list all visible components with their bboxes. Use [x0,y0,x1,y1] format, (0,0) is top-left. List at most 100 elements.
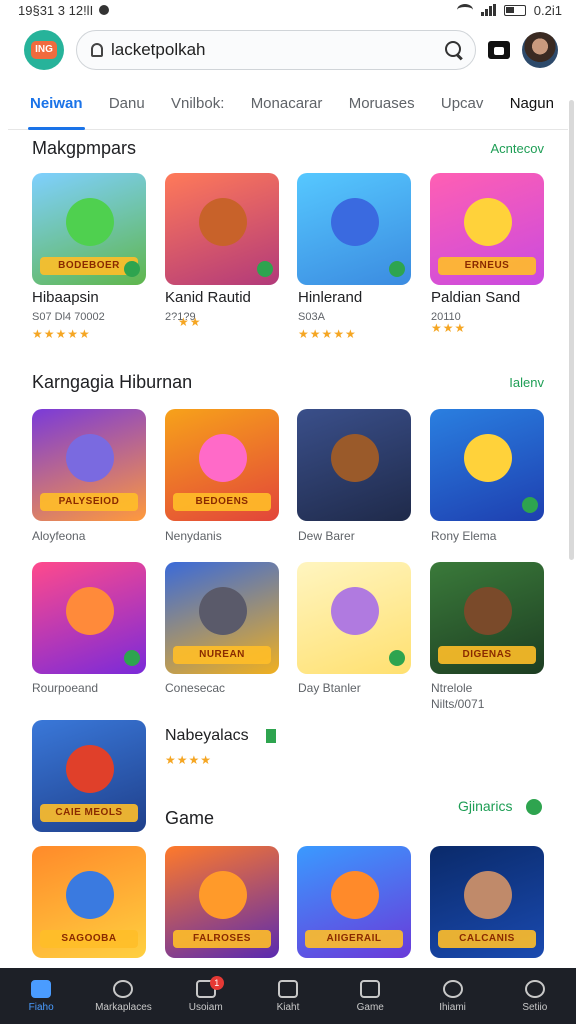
nav-item-grid[interactable]: Kiaht [252,979,324,1013]
game-name[interactable]: Ntrelole [431,681,472,695]
top-bar: ING [0,24,576,76]
nav-label: Fiaho [28,1001,54,1013]
tab-5[interactable]: Upcav [441,80,484,130]
play-icon [257,261,273,277]
game-caption: SAGOOBA [40,930,138,948]
game-tile[interactable]: FALROSES [165,846,279,958]
rating-stars: ★★★★★ [32,327,91,341]
game-tile[interactable]: AIIGERAIL [297,846,411,958]
game-art [199,197,248,246]
nav-item-marketplaces[interactable]: Markaplaces [87,979,159,1013]
nav-label: Setiio [522,1001,548,1013]
game-art [464,586,513,635]
gamepad-icon [360,979,381,998]
tab-3[interactable]: Monacarar [251,80,323,130]
search-input[interactable] [111,40,437,60]
game-name[interactable]: Rourpoeand [32,681,98,695]
game-tile[interactable]: ERNEUS [430,173,544,285]
avatar[interactable] [522,32,558,68]
game-name[interactable]: Hibaapsin [32,289,99,306]
game-art [464,197,513,246]
nav-item-library[interactable]: 1 Usoiam [170,975,242,1013]
section-title: Game [165,808,215,828]
nav-item-home[interactable]: Fiaho [5,979,77,1013]
cast-icon[interactable] [488,41,510,59]
game-tile[interactable] [165,173,279,285]
tab-4[interactable]: Moruases [349,80,415,130]
nav-label: Game [356,1001,384,1013]
play-icon [124,650,140,666]
search-icon[interactable] [445,41,463,59]
game-caption: NUREAN [173,646,271,664]
section-header: Makgpmpars Acntecov [32,138,544,159]
game-name[interactable]: Aloyfeona [32,529,85,543]
nav-item-game[interactable]: Game [334,979,406,1013]
game-tile[interactable] [297,562,411,674]
search-bar[interactable] [76,30,476,70]
status-bar: 19§31 3 12!lI 0.2i1 [0,0,576,20]
nav-label: Kiaht [276,1001,300,1013]
game-art [331,197,380,246]
featured-game-name[interactable]: Nabeyalacs [165,727,249,745]
section-link[interactable]: Ialenv [509,375,544,390]
game-caption: DIGENAS [438,646,536,664]
play-icon [522,497,538,513]
category-tabs: Neiwan Danu Vnilbok: Monacarar Moruases … [8,80,568,130]
nav-item-settings[interactable]: Setiio [499,979,571,1013]
game-tile[interactable] [297,173,411,285]
game-caption: CAIE MEOLS [40,804,138,822]
game-tile[interactable]: NUREAN [165,562,279,674]
tab-6[interactable]: Nagun [510,80,554,130]
signal-icon [480,4,496,16]
game-art [464,870,513,919]
app-logo[interactable]: ING [24,30,64,70]
game-name[interactable]: Day Btanler [298,681,361,695]
store-icon [113,979,134,998]
game-tile[interactable]: DIGENAS [430,562,544,674]
nav-item-search[interactable]: Ihiami [417,979,489,1013]
game-name[interactable]: Hinlerand [298,289,362,306]
game-tile[interactable]: CAIE MEOLS [32,720,146,832]
nav-label: Usoiam [188,1001,223,1013]
game-caption: AIIGERAIL [305,930,403,948]
game-name[interactable]: Rony Elema [431,529,496,543]
game-name[interactable]: Dew Barer [298,529,355,543]
game-tile[interactable]: BODEBOER [32,173,146,285]
home-icon [31,979,52,998]
game-art [331,870,380,919]
battery-level: 0.2i1 [533,2,562,18]
game-tile[interactable]: SAGOOBA [32,846,146,958]
play-icon [389,261,405,277]
game-tile[interactable] [430,409,544,521]
play-icon [124,261,140,277]
game-name[interactable]: Conesecac [165,681,225,695]
game-tile[interactable]: CALCANIS [430,846,544,958]
verified-icon [266,729,276,743]
game-caption: PALYSEIOD [40,493,138,511]
game-caption: CALCANIS [438,930,536,948]
game-art [66,197,115,246]
arrow-icon[interactable] [526,799,542,815]
tab-0[interactable]: Neiwan [28,80,85,130]
settings-icon [524,979,545,998]
game-tile[interactable]: BEDOENS [165,409,279,521]
scrollbar[interactable] [569,100,574,560]
game-tile[interactable] [32,562,146,674]
rating-stars: ★★★★★ [298,327,357,341]
game-tile[interactable]: PALYSEIOD [32,409,146,521]
tab-1[interactable]: Danu [109,80,145,130]
tab-2[interactable]: Vnilbok: [171,80,224,130]
notification-icon [99,5,110,15]
game-name[interactable]: Kanid Rautid [165,289,251,306]
section-link[interactable]: Acntecov [491,141,544,156]
game-art [331,433,380,482]
game-name[interactable]: Nenydanis [165,529,222,543]
game-caption: FALROSES [173,930,271,948]
game-art [66,870,115,919]
section-link[interactable]: Gjinarics [458,798,512,814]
game-name[interactable]: Paldian Sand [431,289,520,306]
game-art [331,586,380,635]
rating-stars: ★★★ [431,321,467,335]
section-title: Karngagia Hiburnan [32,372,193,392]
game-tile[interactable] [297,409,411,521]
